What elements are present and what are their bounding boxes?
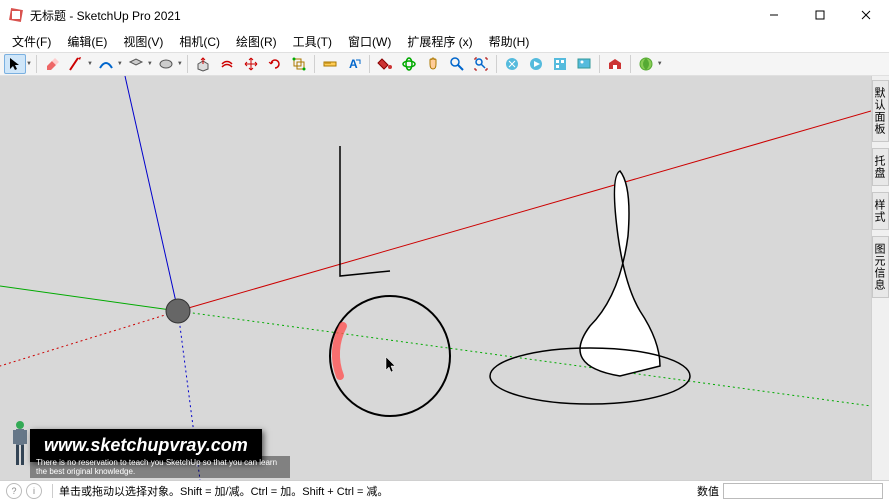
- rotate-tool[interactable]: [264, 54, 286, 74]
- pushpull-tool[interactable]: [192, 54, 214, 74]
- dropdown-arrow-icon[interactable]: ▼: [177, 61, 183, 67]
- workspace: www.sketchupvray.com There is no reserva…: [0, 76, 889, 480]
- close-button[interactable]: [843, 0, 889, 30]
- help-icon[interactable]: ?: [6, 483, 22, 499]
- circle-tool[interactable]: [155, 54, 177, 74]
- menu-tools[interactable]: 工具(T): [285, 31, 340, 52]
- geolocation-tool[interactable]: [635, 54, 657, 74]
- menu-view[interactable]: 视图(V): [115, 31, 171, 52]
- rectangle-tool[interactable]: [125, 54, 147, 74]
- extension-warehouse-tool[interactable]: [604, 54, 626, 74]
- watermark-subtitle: There is no reservation to teach you Ske…: [30, 456, 290, 478]
- orbit-tool[interactable]: [398, 54, 420, 74]
- vray-frame-buffer-tool[interactable]: [573, 54, 595, 74]
- menu-draw[interactable]: 绘图(R): [228, 31, 285, 52]
- zoom-extents-tool[interactable]: [470, 54, 492, 74]
- dropdown-arrow-icon[interactable]: ▼: [87, 61, 93, 67]
- menu-help[interactable]: 帮助(H): [481, 31, 538, 52]
- dropdown-arrow-icon[interactable]: ▼: [117, 61, 123, 67]
- app-icon: [8, 7, 24, 23]
- title-bar: 无标题 - SketchUp Pro 2021: [0, 0, 889, 30]
- maximize-button[interactable]: [797, 0, 843, 30]
- dropdown-arrow-icon[interactable]: ▼: [147, 61, 153, 67]
- svg-text:A: A: [349, 57, 358, 71]
- measurement-input[interactable]: [723, 483, 883, 499]
- tray-tab-3[interactable]: 样式: [872, 192, 889, 230]
- menu-camera[interactable]: 相机(C): [171, 31, 228, 52]
- tray-tab-default[interactable]: 默认面板: [872, 80, 889, 142]
- menu-bar: 文件(F) 编辑(E) 视图(V) 相机(C) 绘图(R) 工具(T) 窗口(W…: [0, 30, 889, 52]
- vray-render-tool[interactable]: [501, 54, 523, 74]
- menu-edit[interactable]: 编辑(E): [59, 31, 115, 52]
- status-bar: ? i 单击或拖动以选择对象。Shift = 加/减。Ctrl = 加。Shif…: [0, 480, 889, 500]
- scale-tool[interactable]: [288, 54, 310, 74]
- scale-figure-icon: [8, 419, 32, 474]
- text-tool[interactable]: A: [343, 54, 365, 74]
- menu-window[interactable]: 窗口(W): [340, 31, 399, 52]
- main-toolbar: ▼ ▼ ▼ ▼ ▼ A ▼: [0, 52, 889, 76]
- dropdown-arrow-icon[interactable]: ▼: [657, 61, 663, 67]
- dropdown-arrow-icon[interactable]: ▼: [26, 61, 32, 67]
- menu-file[interactable]: 文件(F): [4, 31, 59, 52]
- window-title: 无标题 - SketchUp Pro 2021: [30, 7, 751, 24]
- tray-tab-2[interactable]: 托盘: [872, 148, 889, 186]
- pan-tool[interactable]: [422, 54, 444, 74]
- value-label: 数值: [697, 483, 719, 499]
- tray-tabs: 默认面板 托盘 样式 图元信息: [871, 76, 889, 480]
- tray-tab-4[interactable]: 图元信息: [872, 236, 889, 298]
- arc-tool[interactable]: [95, 54, 117, 74]
- tape-measure-tool[interactable]: [319, 54, 341, 74]
- move-tool[interactable]: [240, 54, 262, 74]
- zoom-tool[interactable]: [446, 54, 468, 74]
- select-tool[interactable]: [4, 54, 26, 74]
- paint-bucket-tool[interactable]: [374, 54, 396, 74]
- minimize-button[interactable]: [751, 0, 797, 30]
- scene-canvas[interactable]: [0, 76, 871, 480]
- eraser-tool[interactable]: [41, 54, 63, 74]
- vray-asset-editor-tool[interactable]: [549, 54, 571, 74]
- status-hint: 单击或拖动以选择对象。Shift = 加/减。Ctrl = 加。Shift + …: [59, 483, 697, 499]
- vray-interactive-tool[interactable]: [525, 54, 547, 74]
- line-tool[interactable]: [65, 54, 87, 74]
- viewport[interactable]: www.sketchupvray.com There is no reserva…: [0, 76, 871, 480]
- info-icon[interactable]: i: [26, 483, 42, 499]
- menu-extensions[interactable]: 扩展程序 (x): [399, 31, 480, 52]
- offset-tool[interactable]: [216, 54, 238, 74]
